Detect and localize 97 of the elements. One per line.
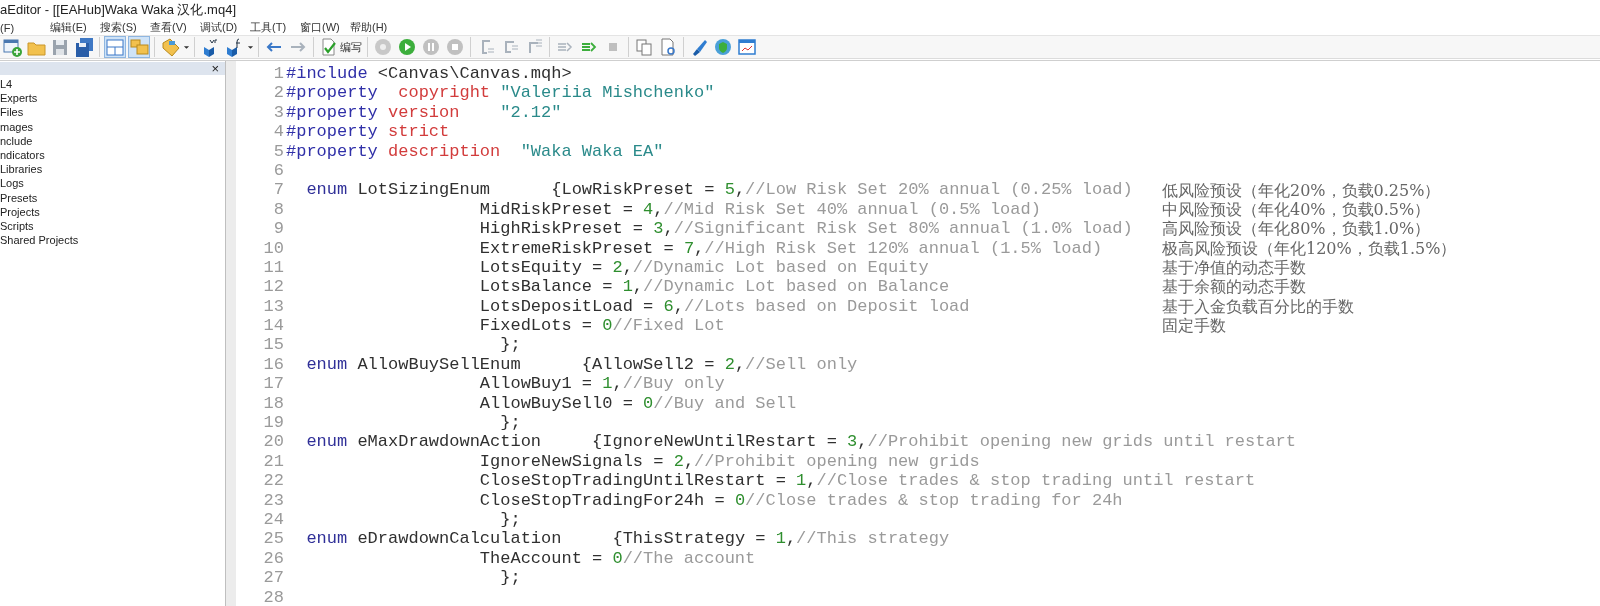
window-title: aEditor - [[EAHub]Waka Waka 汉化.mq4] xyxy=(0,2,236,17)
line-number: 18 xyxy=(263,393,284,414)
code-line: enum LotSizingEnum {LowRiskPreset = 5,//Low Risk Set 20% annual (0.25% load) xyxy=(305,180,1134,200)
menu-item[interactable]: 工具(T) xyxy=(250,20,300,35)
line-number: 26 xyxy=(263,548,284,569)
close-button[interactable]: × xyxy=(211,62,219,75)
line-number: 9 xyxy=(273,219,284,239)
code-line: #include <Canvas\Canvas.mqh> xyxy=(286,64,573,84)
code-line: LotsDepositLoad = 6,//Lots based on Deposit load xyxy=(478,296,971,317)
tree-item[interactable]: L4 xyxy=(0,77,13,92)
line-number: 10 xyxy=(263,238,284,258)
code-comment: 基于余额的动态手数 xyxy=(1162,277,1306,297)
line-number: 16 xyxy=(263,354,284,375)
line-number: 12 xyxy=(263,277,284,297)
line-number: 23 xyxy=(263,490,284,510)
line-number: 4 xyxy=(273,122,284,142)
disc-icon[interactable] xyxy=(372,36,394,58)
code-comment: 低风险预设（年化20%，负载0.25%） xyxy=(1162,180,1441,200)
code-comment: 高风险预设（年化80%，负载1.0%） xyxy=(1162,219,1431,239)
code-line: #property strict xyxy=(286,122,451,142)
line-number: 21 xyxy=(263,451,284,472)
menu-item[interactable]: 查看(V) xyxy=(150,20,200,35)
tree-item[interactable]: Shared Projects xyxy=(0,233,79,248)
code-line: CloseStopTradingUntilRestart = 1,//Close trades & stop trading until restart xyxy=(478,471,1256,491)
menu-item[interactable]: 窗口(W) xyxy=(300,20,350,35)
code-line: LotsEquity = 2,//Dynamic Lot based on Equity xyxy=(478,257,930,278)
line-number: 20 xyxy=(263,432,284,452)
code-line: #property copyright "Valeriia Mishchenko" xyxy=(286,83,716,103)
tree-item[interactable]: Logs xyxy=(0,176,24,191)
tree-item[interactable]: Files xyxy=(0,105,24,120)
code-line: MidRiskPreset = 4,//Mid Risk Set 40% annual (0.5% load) xyxy=(478,199,1042,220)
line-number: 2 xyxy=(273,83,284,103)
code-line: enum eDrawdownCalculation {ThisStrategy = 1,//This strategy xyxy=(305,529,951,549)
line-number: 28 xyxy=(263,587,284,606)
shield-icon[interactable] xyxy=(712,36,734,58)
compile-button[interactable]: 编写 xyxy=(317,36,364,58)
split-layout-icon[interactable] xyxy=(104,36,126,58)
line-number: 24 xyxy=(263,510,284,530)
tree-item[interactable]: Experts xyxy=(0,91,38,106)
tree-item[interactable]: Libraries xyxy=(0,162,43,177)
code-line: FixedLots = 0//Fixed Lot xyxy=(478,316,726,336)
line-number: 3 xyxy=(273,102,284,123)
menu-item[interactable]: 调试(D) xyxy=(200,20,250,35)
line-number: 8 xyxy=(273,199,284,220)
menu-item[interactable]: 帮助(H) xyxy=(350,20,400,35)
copy-icon[interactable] xyxy=(633,36,655,58)
tree-item[interactable]: Scripts xyxy=(0,218,34,234)
stop-icon[interactable] xyxy=(444,36,466,58)
code-line: }; xyxy=(499,335,522,355)
code-line: HighRiskPreset = 3,//Significant Risk Set 80% annual (1.0% load) xyxy=(478,219,1134,239)
line-number: 14 xyxy=(263,316,284,336)
code-line: LotsBalance = 1,//Dynamic Lot based on Balance xyxy=(478,277,951,297)
menu-item[interactable]: 搜索(S) xyxy=(100,20,150,35)
code-comment: 固定手数 xyxy=(1162,316,1226,336)
code-comment: 基于入金负载百分比的手数 xyxy=(1162,296,1354,316)
code-comment: 极高风险预设（年化120%，负载1.5%） xyxy=(1162,238,1457,258)
line-number: 6 xyxy=(273,160,284,181)
tree-item[interactable]: Presets xyxy=(0,190,38,205)
line-number: 5 xyxy=(273,141,284,161)
menu-item[interactable]: (F) xyxy=(0,21,50,34)
play-icon[interactable] xyxy=(396,36,418,58)
windows-icon[interactable] xyxy=(128,36,150,58)
code-comment: 基于净值的动态手数 xyxy=(1162,258,1306,278)
code-line: enum eMaxDrawdownAction {IgnoreNewUntilRestart = 3,//Prohibit opening new grids until restart xyxy=(305,432,1296,452)
code-line: IgnoreNewSignals = 2,//Prohibit opening new grids xyxy=(478,451,981,472)
tree-item[interactable]: ndicators xyxy=(0,147,45,163)
line-number: 15 xyxy=(263,335,284,355)
tree-item[interactable]: nclude xyxy=(0,133,33,148)
line-number: 11 xyxy=(263,257,284,278)
tag-icon[interactable] xyxy=(159,36,181,58)
code-line: #property description "Waka Waka EA" xyxy=(286,141,665,161)
line-number: 22 xyxy=(263,471,284,491)
menu-item[interactable]: 编辑(E) xyxy=(50,20,100,35)
code-line: AllowBuySell0 = 0//Buy and Sell xyxy=(478,393,798,414)
pause-icon[interactable] xyxy=(420,36,442,58)
code-line: TheAccount = 0//The account xyxy=(478,548,757,569)
line-number: 25 xyxy=(263,529,284,549)
tree-item[interactable]: mages xyxy=(0,119,34,134)
new-file-icon[interactable] xyxy=(1,36,23,58)
line-number: 1 xyxy=(273,64,284,84)
code-line: }; xyxy=(499,413,522,433)
code-line: enum AllowBuySellEnum {AllowSell2 = 2,//Sell only xyxy=(305,354,859,375)
line-number: 13 xyxy=(263,296,284,317)
line-number: 19 xyxy=(263,413,284,433)
code-line: #property version "2.12" xyxy=(286,102,563,123)
chart-window-icon[interactable] xyxy=(736,36,758,58)
line-number: 7 xyxy=(273,180,284,200)
code-line: }; xyxy=(499,568,522,588)
code-line: ExtremeRiskPreset = 7,//High Risk Set 120% annual (1.5% load) xyxy=(478,238,1104,258)
code-comment: 中风险预设（年化40%，负载0.5%） xyxy=(1162,199,1431,219)
code-line: }; xyxy=(499,510,522,530)
code-line: CloseStopTradingFor24h = 0//Close trades & stop trading for 24h xyxy=(478,490,1124,510)
line-number: 17 xyxy=(263,374,284,394)
line-number: 27 xyxy=(263,568,284,588)
code-line: AllowBuy1 = 1,//Buy only xyxy=(478,374,726,394)
save-all-icon[interactable] xyxy=(73,36,95,58)
tree-item[interactable]: Projects xyxy=(0,204,40,219)
